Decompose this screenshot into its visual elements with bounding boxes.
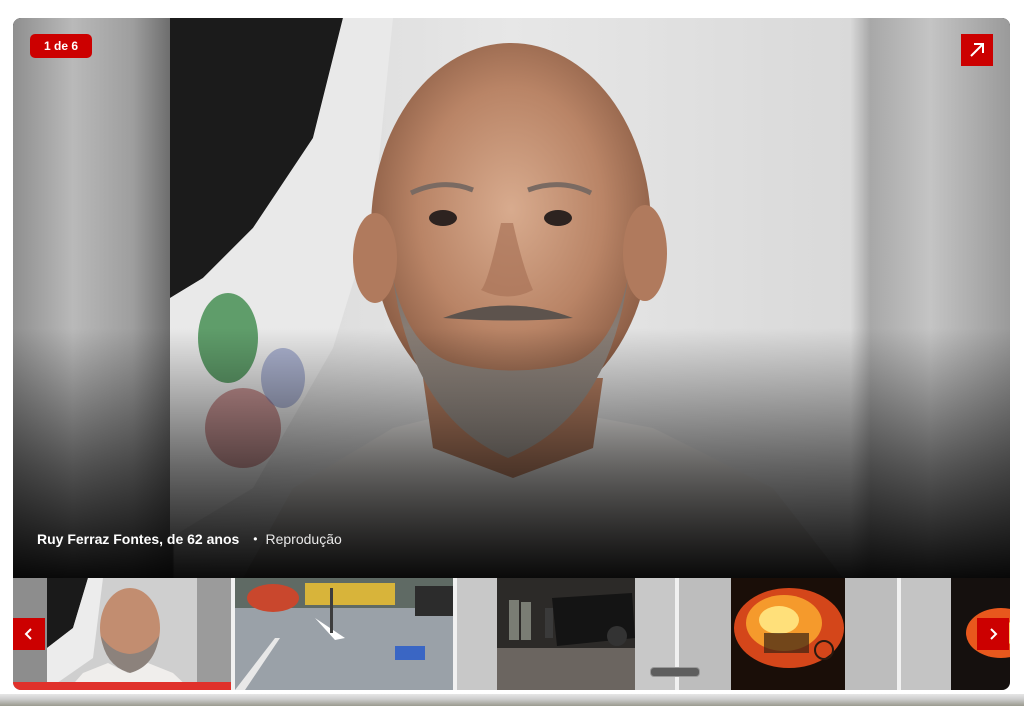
main-photo[interactable]: 1 de 6 Ruy Ferraz Fontes, de 62 anos • R… [13,18,1010,578]
caption-separator: • [253,532,258,546]
chevron-right-icon [990,628,998,640]
previous-button[interactable] [13,618,45,650]
arrow-up-right-icon [970,43,984,57]
thumbnail-image [679,578,897,690]
caption-credit: Reprodução [265,531,342,547]
photo-caption: Ruy Ferraz Fontes, de 62 anos • Reproduç… [37,530,342,548]
thumbnail-image [235,578,453,690]
next-button[interactable] [977,618,1009,650]
thumbnail-1[interactable] [13,578,231,690]
photo-gallery: 1 de 6 Ruy Ferraz Fontes, de 62 anos • R… [13,18,1010,690]
expand-button[interactable] [961,34,993,66]
thumbnail-4[interactable] [679,578,897,690]
slide-counter-badge: 1 de 6 [30,34,93,58]
active-indicator [13,682,231,690]
thumbnail-image [457,578,675,690]
thumbnail-3[interactable] [457,578,675,690]
scrollbar-handle[interactable] [650,667,700,677]
page-background-edge [0,694,1024,706]
caption-title: Ruy Ferraz Fontes, de 62 anos [37,531,240,547]
thumbnail-image [13,578,231,690]
chevron-left-icon [24,628,32,640]
thumbnail-strip[interactable] [13,578,1010,690]
thumbnail-2[interactable] [235,578,453,690]
